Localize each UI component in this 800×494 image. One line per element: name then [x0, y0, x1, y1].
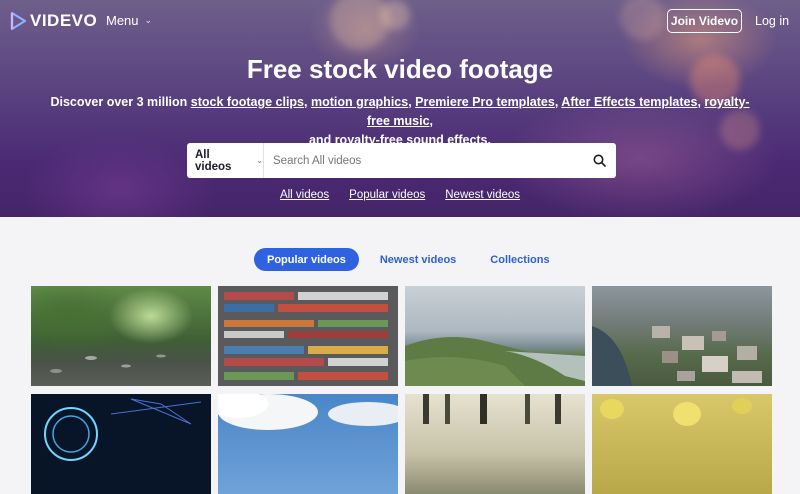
video-thumbnail-art — [50, 354, 166, 373]
video-thumbnail-art — [224, 292, 388, 380]
play-logo-icon — [10, 12, 26, 30]
video-thumbnail-art — [44, 398, 202, 461]
video-tabs: Popular videos Newest videos Collections — [254, 248, 571, 271]
login-link[interactable]: Log in — [755, 14, 789, 28]
quick-link-popular-videos[interactable]: Popular videos — [349, 189, 425, 201]
menu-label: Menu — [106, 13, 139, 28]
video-thumbnail[interactable] — [31, 286, 211, 386]
hero-subtitle: Discover over 3 million stock footage cl… — [50, 95, 750, 147]
link-premiere-templates[interactable]: Premiere Pro templates — [415, 95, 555, 109]
video-thumbnail-art — [423, 394, 561, 424]
quick-links: All videos Popular videos Newest videos — [0, 189, 800, 201]
video-thumbnail-art — [600, 398, 752, 426]
chevron-down-icon: ⌄ — [144, 15, 153, 25]
search-icon — [593, 154, 606, 167]
videvo-logo[interactable]: VIDEVO — [10, 11, 97, 31]
link-motion-graphics[interactable]: motion graphics — [311, 95, 408, 109]
video-thumbnail-art — [405, 337, 585, 386]
search-type-label: All videos — [195, 148, 232, 173]
video-thumbnail-art — [592, 326, 762, 386]
link-after-effects-templates[interactable]: After Effects templates — [561, 95, 697, 109]
logo-text: VIDEVO — [30, 11, 98, 30]
video-thumbnail[interactable] — [405, 394, 585, 494]
search-type-select[interactable]: All videos ⌄ — [187, 143, 264, 178]
video-thumbnail-art — [218, 394, 398, 430]
search-input[interactable] — [264, 144, 582, 177]
join-button[interactable]: Join Videvo — [667, 9, 742, 33]
search-button[interactable] — [582, 143, 616, 178]
video-thumbnail[interactable] — [31, 394, 211, 494]
video-thumbnail[interactable] — [405, 286, 585, 386]
quick-link-newest-videos[interactable]: Newest videos — [445, 189, 520, 201]
video-thumbnail[interactable] — [218, 286, 398, 386]
video-thumbnail[interactable] — [592, 286, 772, 386]
link-stock-footage[interactable]: stock footage clips — [191, 95, 304, 109]
video-thumbnail[interactable] — [592, 394, 772, 494]
tab-popular-videos[interactable]: Popular videos — [254, 248, 359, 271]
tab-collections[interactable]: Collections — [477, 248, 562, 271]
menu-dropdown[interactable]: Menu ⌄ — [106, 13, 152, 28]
top-nav: VIDEVO Menu ⌄ Join Videvo Log in — [0, 0, 800, 42]
hero-banner: VIDEVO Menu ⌄ Join Videvo Log in Free st… — [0, 0, 800, 217]
quick-link-all-videos[interactable]: All videos — [280, 189, 329, 201]
video-thumbnail[interactable] — [218, 394, 398, 494]
chevron-down-icon: ⌄ — [256, 156, 263, 165]
search-bar: All videos ⌄ — [187, 143, 616, 178]
page-title: Free stock video footage — [246, 54, 554, 84]
tab-newest-videos[interactable]: Newest videos — [367, 248, 469, 271]
